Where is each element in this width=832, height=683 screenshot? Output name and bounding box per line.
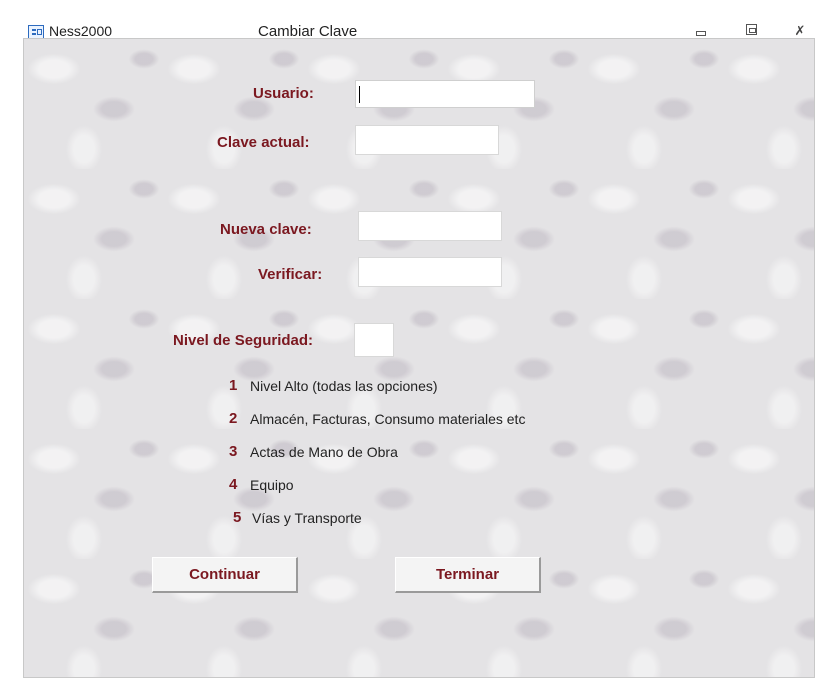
nueva-clave-input[interactable] [358, 211, 502, 241]
verificar-input[interactable] [358, 257, 502, 287]
nivel-seguridad-input[interactable] [354, 323, 394, 357]
level-number: 2 [229, 410, 238, 427]
level-number: 1 [229, 377, 238, 394]
level-description: Nivel Alto (todas las opciones) [250, 378, 438, 394]
level-description: Equipo [250, 477, 294, 493]
level-description: Almacén, Facturas, Consumo materiales et… [250, 411, 526, 427]
clave-actual-input[interactable] [355, 125, 499, 155]
form-icon [28, 25, 44, 39]
cambiar-clave-window: Ness2000 Cambiar Clave ✗ Usuario: Clave … [8, 8, 830, 681]
level-description: Vías y Transporte [252, 510, 362, 526]
app-name: Ness2000 [49, 23, 113, 39]
level-number: 3 [229, 443, 238, 460]
text-cursor [359, 86, 360, 103]
clave-actual-label: Clave actual: [217, 134, 310, 151]
level-description: Actas de Mano de Obra [250, 444, 398, 460]
level-number: 4 [229, 476, 238, 493]
usuario-label: Usuario: [253, 85, 314, 102]
usuario-input[interactable] [355, 80, 535, 108]
nivel-seguridad-label: Nivel de Seguridad: [173, 332, 314, 349]
continuar-button[interactable]: Continuar [152, 557, 298, 593]
level-number: 5 [233, 509, 242, 526]
terminar-button[interactable]: Terminar [395, 557, 541, 593]
form-body: Usuario: Clave actual: Nueva clave: Veri… [23, 38, 815, 678]
verificar-label: Verificar: [258, 266, 323, 283]
nueva-clave-label: Nueva clave: [220, 221, 312, 238]
